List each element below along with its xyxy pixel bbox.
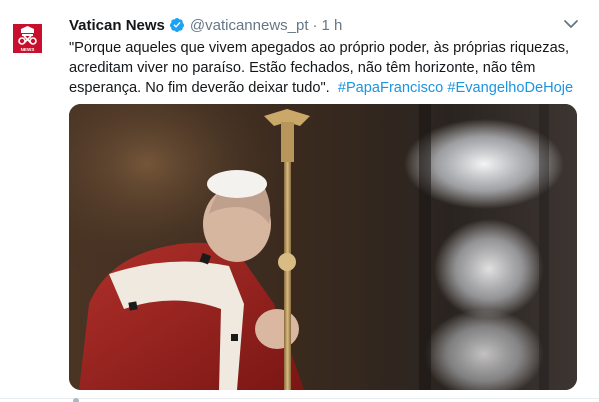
verified-badge-icon (169, 17, 185, 33)
reply-icon[interactable] (73, 398, 79, 402)
tweet-header: Vatican News @vaticannews_pt · 1 h (69, 15, 342, 35)
tweet-text-line: esperança. No fim deverão deixar tudo". … (69, 78, 589, 98)
tweet[interactable]: NEWS Vatican News @vaticannews_pt · 1 h … (0, 0, 599, 402)
separator-dot: · (312, 16, 318, 34)
tweet-photo[interactable] (69, 104, 577, 390)
svg-text:NEWS: NEWS (21, 47, 35, 52)
tweet-text: "Porque aqueles que vivem apegados ao pr… (69, 38, 589, 98)
tweet-text-line: acreditam viver no paraíso. Estão fechad… (69, 60, 536, 76)
chevron-down-icon[interactable] (562, 17, 580, 31)
timestamp[interactable]: 1 h (322, 17, 343, 34)
tweet-text-line-end: esperança. No fim deverão deixar tudo". (69, 80, 330, 96)
tweet-divider (0, 398, 599, 399)
avatar[interactable]: NEWS (13, 24, 42, 53)
hashtag-papafrancisco[interactable]: #PapaFrancisco (338, 80, 443, 96)
display-name[interactable]: Vatican News (69, 17, 165, 34)
tweet-text-line: "Porque aqueles que vivem apegados ao pr… (69, 40, 570, 56)
handle[interactable]: @vaticannews_pt (190, 17, 309, 34)
hashtag-evangelhodehoje[interactable]: #EvangelhoDeHoje (447, 80, 573, 96)
